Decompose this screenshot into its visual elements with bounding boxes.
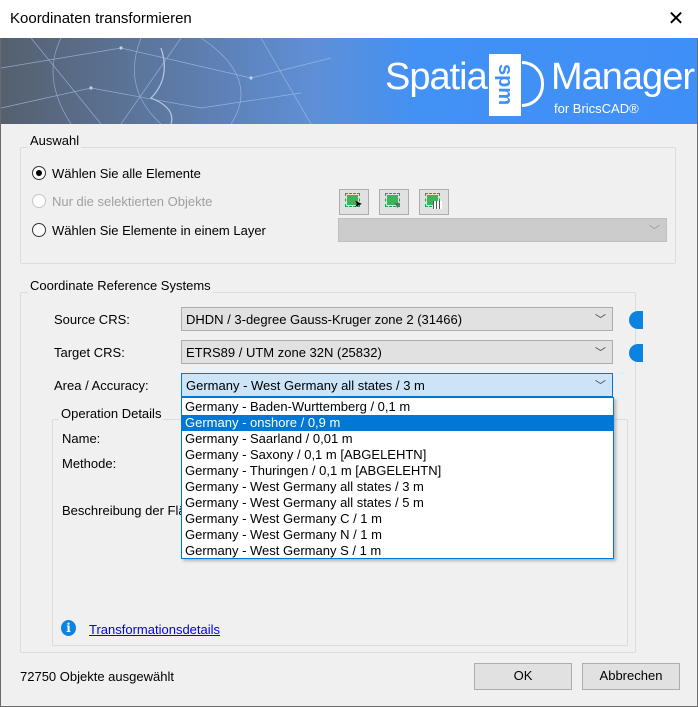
filter-selection-button[interactable]: ▼	[379, 189, 409, 215]
option-item[interactable]: Germany - West Germany N / 1 m	[182, 527, 613, 543]
radio-layer-elements[interactable]	[32, 223, 46, 237]
option-item[interactable]: Germany - West Germany C / 1 m	[182, 511, 613, 527]
chevron-down-icon: ﹀	[649, 225, 660, 237]
table-icon	[433, 201, 442, 209]
method-label: Methode:	[62, 456, 117, 471]
name-label: Name:	[62, 431, 101, 446]
source-crs-dropdown[interactable]: DHDN / 3-degree Gauss-Kruger zone 2 (314…	[181, 307, 613, 331]
option-item[interactable]: Germany - West Germany S / 1 m	[182, 543, 613, 559]
network-globe-graphic	[1, 38, 332, 124]
chevron-down-icon: ﹀	[595, 314, 606, 326]
ok-button[interactable]: OK	[474, 663, 572, 690]
radio-selected-objects	[32, 194, 46, 208]
select-by-table-button[interactable]	[419, 189, 449, 215]
option-item[interactable]: Germany - Baden-Wurttemberg / 0,1 m	[182, 399, 613, 415]
area-accuracy-dropdown[interactable]: Germany - West Germany all states / 3 m ﹀	[181, 373, 613, 397]
option-item[interactable]: Germany - West Germany all states / 3 m	[182, 479, 613, 495]
source-crs-value: DHDN / 3-degree Gauss-Kruger zone 2 (314…	[186, 312, 463, 327]
source-crs-info-icon[interactable]	[629, 311, 643, 329]
funnel-icon: ▼	[393, 200, 402, 210]
info-icon: i	[61, 620, 76, 636]
logo-text-spatial: Spatial	[385, 56, 495, 98]
option-item-highlighted[interactable]: Germany - onshore / 0,9 m	[182, 415, 613, 431]
radio-selected-objects-label: Nur die selektierten Objekte	[52, 194, 213, 209]
selection-count-status: 72750 Objekte ausgewählt	[20, 669, 174, 684]
logo-globe-icon	[522, 61, 544, 107]
select-objects-button[interactable]: ➤	[339, 189, 369, 215]
logo-text-manager: Manager	[551, 56, 695, 98]
option-item[interactable]: Germany - Saarland / 0,01 m	[182, 431, 613, 447]
selection-group-label: Auswahl	[28, 133, 82, 148]
target-crs-info-icon[interactable]	[629, 344, 643, 362]
target-crs-label: Target CRS:	[54, 345, 125, 360]
option-item[interactable]: Germany - Saxony / 0,1 m [ABGELEHTN]	[182, 447, 613, 463]
area-accuracy-label: Area / Accuracy:	[54, 378, 149, 393]
source-crs-label: Source CRS:	[54, 312, 130, 327]
layer-dropdown: ﹀	[338, 218, 667, 242]
close-icon[interactable]: ✕	[664, 6, 688, 31]
chevron-down-icon: ﹀	[595, 347, 606, 359]
window-title: Koordinaten transformieren	[10, 10, 192, 27]
radio-layer-elements-label: Wählen Sie Elemente in einem Layer	[52, 223, 266, 238]
banner: Spatial spm Manager for BricsCAD®	[1, 38, 697, 124]
cursor-icon: ➤	[354, 199, 363, 210]
area-accuracy-value: Germany - West Germany all states / 3 m	[186, 378, 425, 393]
area-accuracy-options-list[interactable]: Germany - Baden-Wurttemberg / 0,1 m Germ…	[181, 397, 614, 559]
transformation-details-link[interactable]: Transformationsdetails	[89, 622, 220, 637]
description-label: Beschreibung der Flä	[62, 503, 186, 518]
logo-subtitle: for BricsCAD®	[554, 101, 639, 116]
chevron-down-icon: ﹀	[595, 380, 606, 392]
logo-spm-mark: spm	[489, 54, 521, 116]
crs-group-label: Coordinate Reference Systems	[28, 278, 213, 293]
option-item[interactable]: Germany - West Germany all states / 5 m	[182, 495, 613, 511]
target-crs-value: ETRS89 / UTM zone 32N (25832)	[186, 345, 382, 360]
radio-all-elements[interactable]	[32, 166, 46, 180]
radio-all-elements-label: Wählen Sie alle Elemente	[52, 166, 201, 181]
operation-details-label: Operation Details	[59, 406, 164, 421]
target-crs-dropdown[interactable]: ETRS89 / UTM zone 32N (25832) ﹀	[181, 340, 613, 364]
cancel-button[interactable]: Abbrechen	[582, 663, 680, 690]
option-item[interactable]: Germany - Thuringen / 0,1 m [ABGELEHTN]	[182, 463, 613, 479]
title-bar: Koordinaten transformieren ✕	[0, 0, 698, 38]
